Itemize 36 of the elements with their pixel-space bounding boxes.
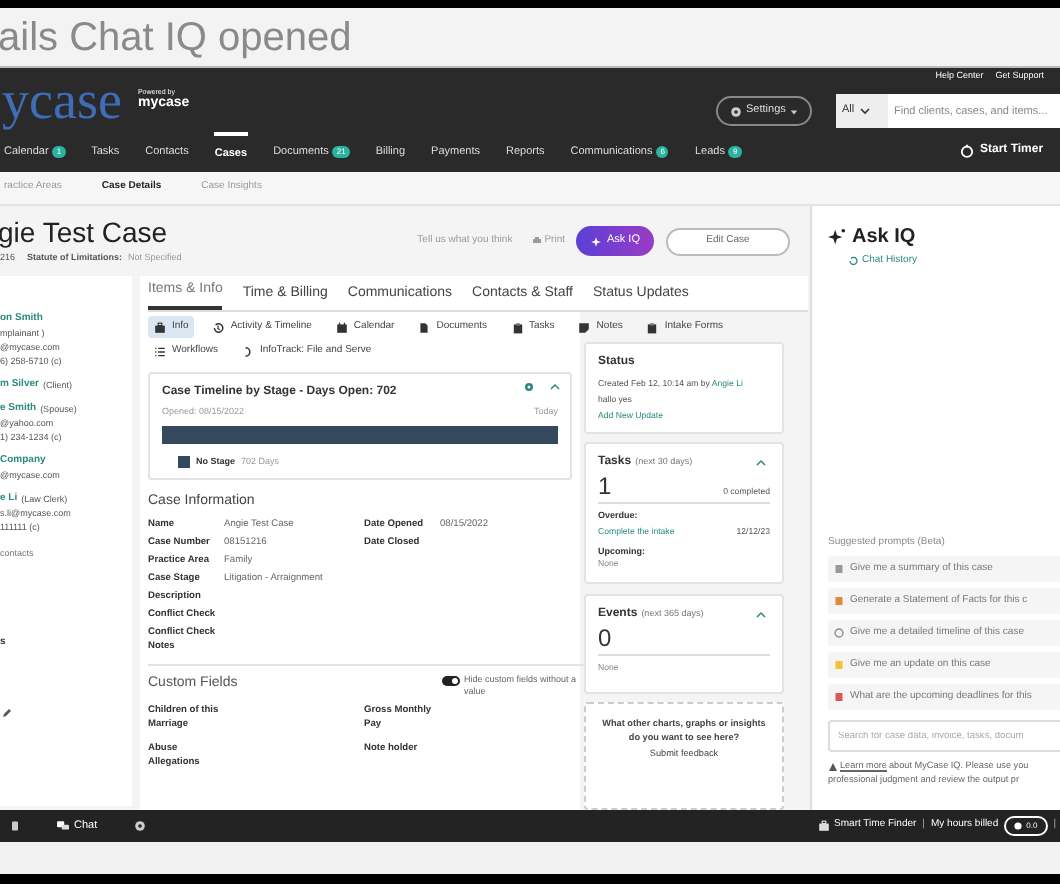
chevron-up-icon xyxy=(550,382,560,392)
event-count: 0 xyxy=(598,625,770,656)
clipboard-icon xyxy=(646,321,659,333)
chevron-up-icon xyxy=(756,458,766,469)
gear-icon xyxy=(730,105,742,117)
note-icon xyxy=(578,321,591,333)
clipboard-icon xyxy=(511,321,524,333)
document-icon xyxy=(834,596,844,606)
chat-bubbles-icon xyxy=(56,820,70,832)
video-caption: ails Chat IQ opened xyxy=(0,17,352,57)
history-icon xyxy=(848,256,858,267)
gear-icon xyxy=(524,382,534,392)
chevron-up-icon xyxy=(756,609,766,620)
document-icon xyxy=(834,564,844,574)
logo-wordmark: ycase xyxy=(2,73,122,127)
pencil-icon xyxy=(2,708,12,719)
printer-icon xyxy=(532,236,543,246)
caret-icon xyxy=(789,107,798,115)
warning-icon xyxy=(828,761,838,772)
chevron-down-icon xyxy=(860,106,871,116)
legend-swatch-icon xyxy=(178,456,190,469)
list-icon xyxy=(154,345,166,357)
briefcase-icon xyxy=(154,321,166,333)
briefcase-icon xyxy=(818,820,831,832)
toggle-switch[interactable] xyxy=(442,675,460,685)
document-icon xyxy=(418,321,431,333)
sparkle-icon xyxy=(828,228,846,246)
dot-icon xyxy=(1014,822,1023,830)
panel-title: Ask IQ xyxy=(852,224,916,252)
timer-icon xyxy=(960,144,974,158)
task-count: 1 xyxy=(598,474,612,499)
sparkle-icon xyxy=(590,235,603,247)
history-icon xyxy=(212,321,225,333)
gear-icon xyxy=(133,820,146,832)
phone-icon xyxy=(10,820,20,832)
arc-icon xyxy=(241,345,254,357)
